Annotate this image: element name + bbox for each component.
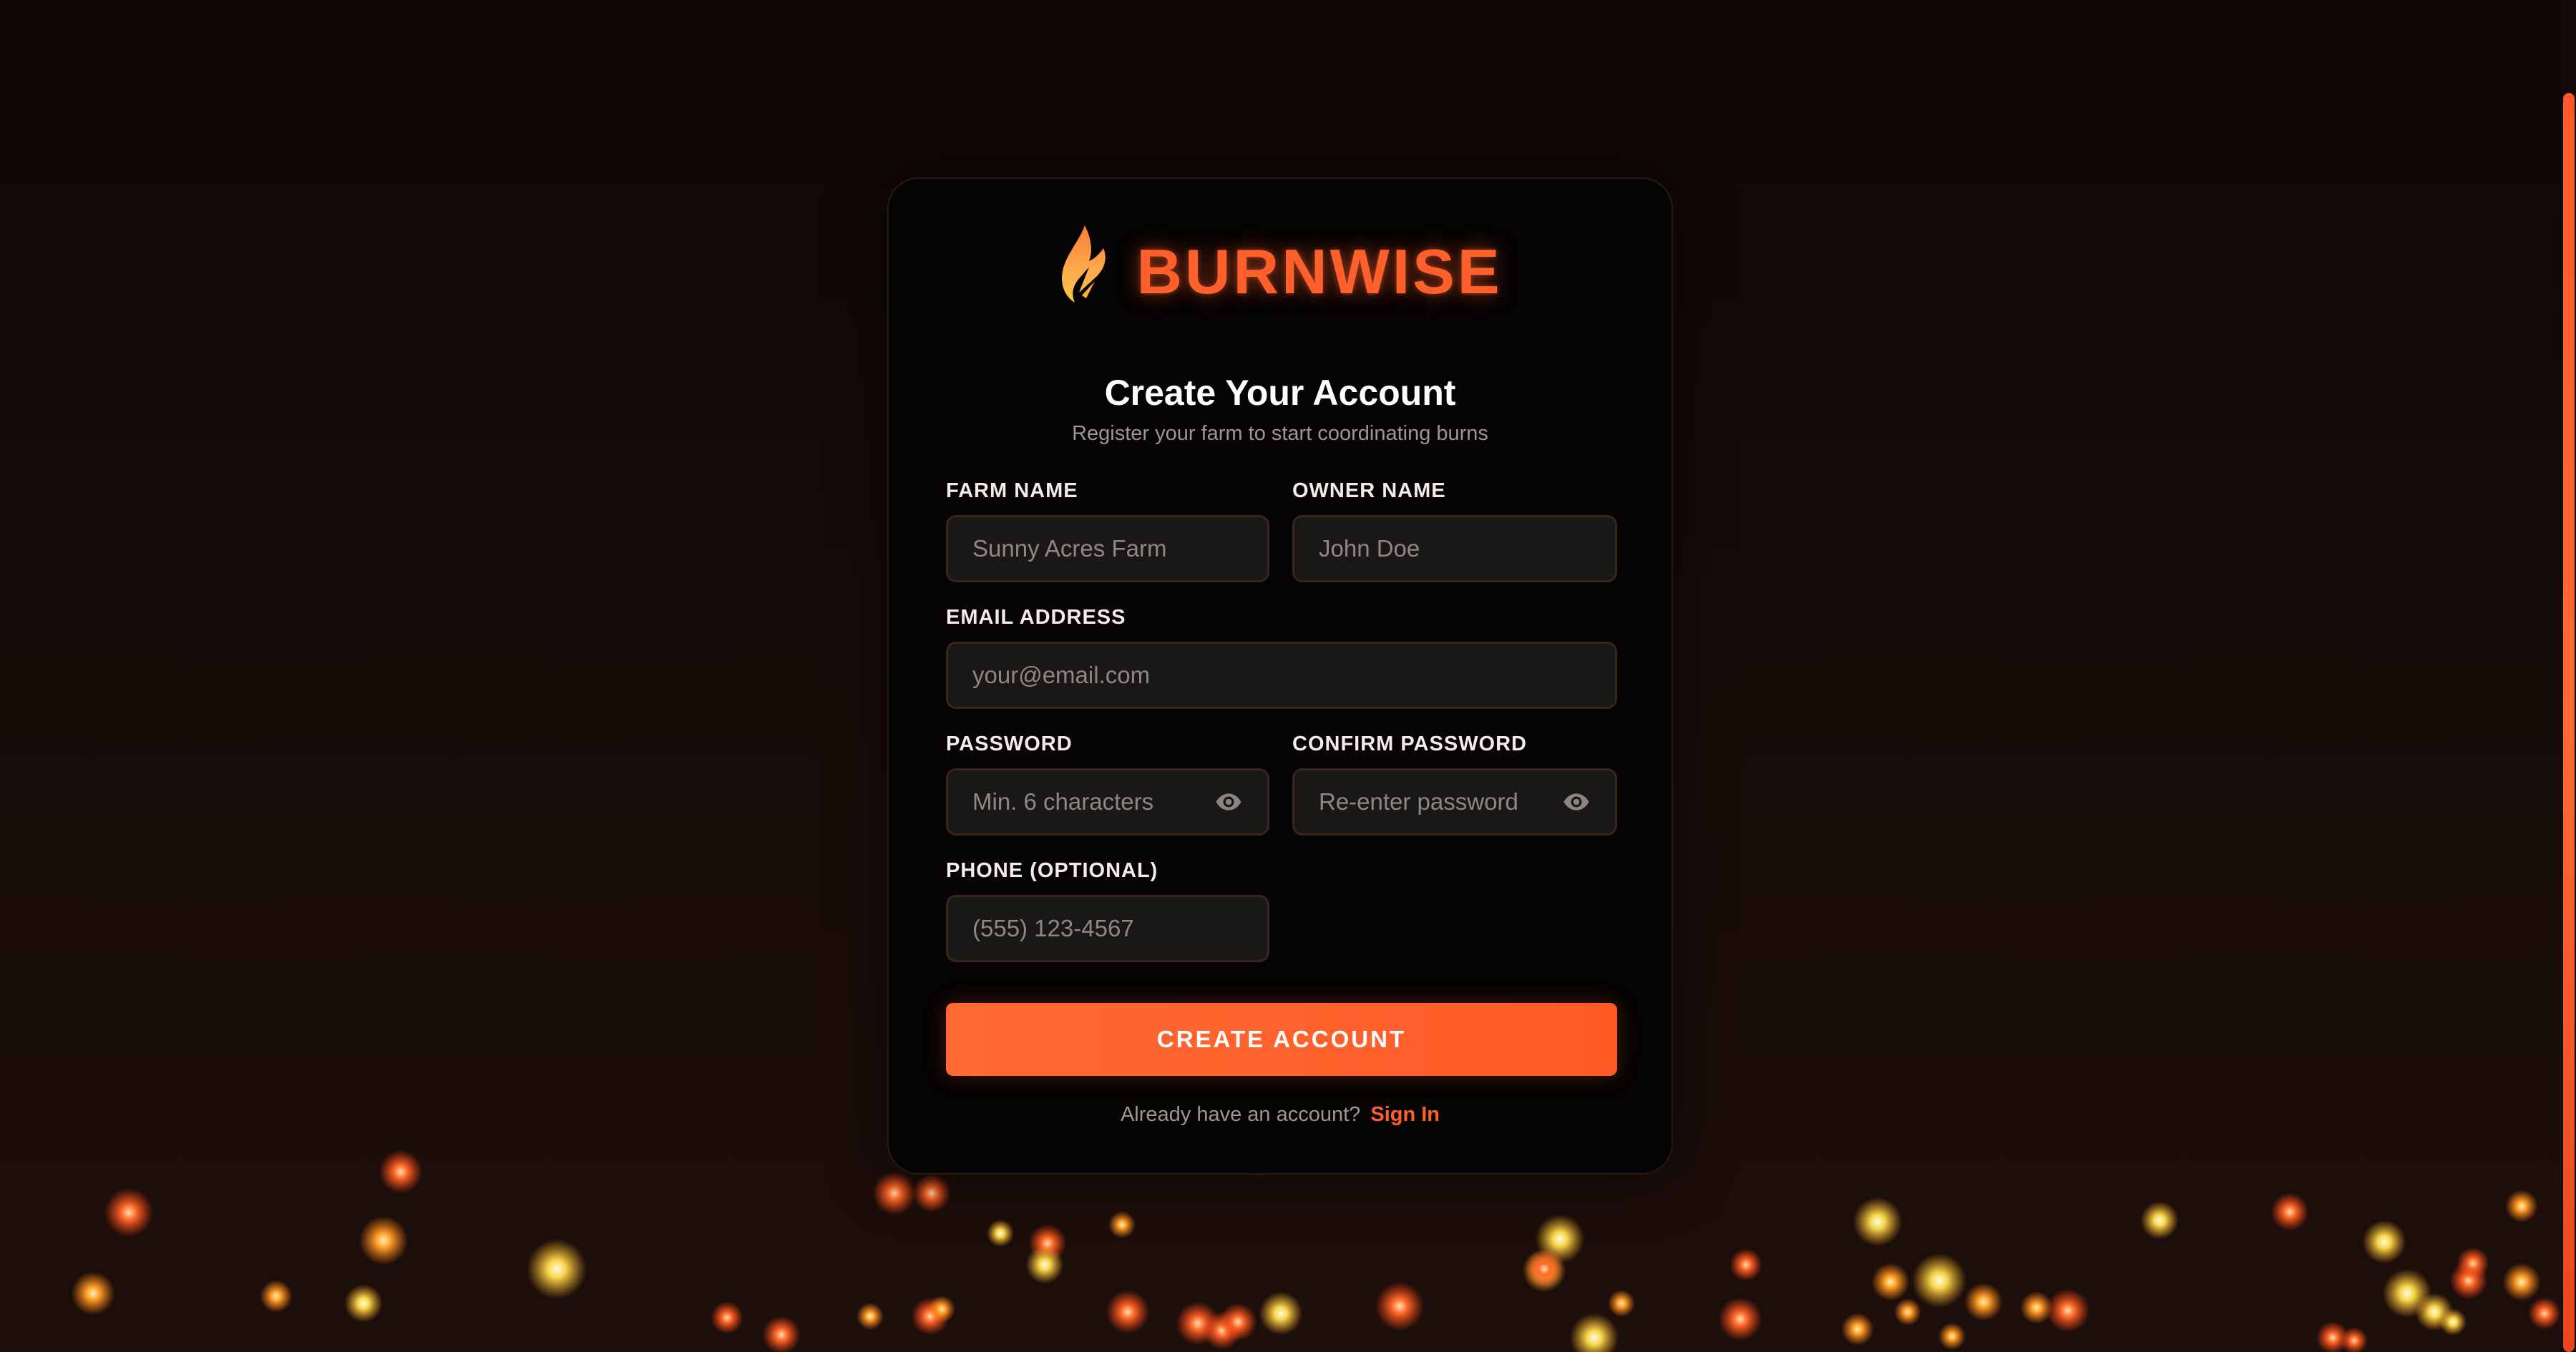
confirm-password-input[interactable]: Re-enter password xyxy=(1292,768,1617,836)
brand-name: BURNWISE xyxy=(1136,236,1503,307)
farm-name-input[interactable]: Sunny Acres Farm xyxy=(946,515,1269,582)
ember-particle xyxy=(711,1301,743,1334)
page-subtitle: Register your farm to start coordinating… xyxy=(1072,422,1488,445)
ember-particle xyxy=(857,1303,884,1330)
phone-label: PHONE (OPTIONAL) xyxy=(946,859,1158,882)
ember-particle xyxy=(379,1150,423,1194)
ember-particle xyxy=(762,1316,801,1352)
ember-particle xyxy=(1025,1245,1064,1284)
ember-particle xyxy=(2382,1268,2432,1318)
ember-particle xyxy=(1259,1291,1303,1336)
signin-prompt-text: Already have an account? xyxy=(1120,1103,1361,1126)
ember-particle xyxy=(928,1295,955,1323)
sign-in-link[interactable]: Sign In xyxy=(1370,1103,1440,1126)
farm-name-placeholder: Sunny Acres Farm xyxy=(972,535,1167,562)
ember-particle xyxy=(911,1297,950,1336)
ember-particle xyxy=(1525,1250,1563,1288)
ember-particle xyxy=(2449,1261,2488,1300)
ember-particle xyxy=(2439,1308,2467,1336)
ember-particle xyxy=(1938,1323,1966,1350)
email-label: EMAIL ADDRESS xyxy=(946,606,1126,629)
scrollbar-track[interactable] xyxy=(2562,0,2576,1352)
ember-particle xyxy=(2457,1247,2489,1280)
ember-particle xyxy=(2270,1192,2309,1231)
ember-particle xyxy=(71,1271,115,1316)
page-title: Create Your Account xyxy=(1104,373,1456,413)
ember-particle xyxy=(1912,1253,1966,1308)
ember-particle xyxy=(2316,1321,2349,1352)
ember-particle xyxy=(2505,1190,2538,1223)
ember-particle xyxy=(2046,1288,2090,1333)
ember-particle xyxy=(1375,1281,1425,1331)
ember-particle xyxy=(260,1280,293,1313)
ember-particle xyxy=(1522,1248,1566,1293)
password-label: PASSWORD xyxy=(946,733,1073,755)
password-input[interactable]: Min. 6 characters xyxy=(946,768,1269,836)
phone-placeholder: (555) 123-4567 xyxy=(972,915,1134,941)
ember-particle xyxy=(1219,1303,1257,1341)
ember-particle xyxy=(1535,1214,1585,1264)
ember-particle xyxy=(1729,1248,1762,1281)
ember-particle xyxy=(1871,1263,1910,1301)
ember-particle xyxy=(1569,1313,1619,1352)
ember-particle xyxy=(1028,1224,1067,1263)
password-placeholder: Min. 6 characters xyxy=(972,788,1154,815)
ember-particle xyxy=(2341,1327,2368,1352)
email-placeholder: your@email.com xyxy=(972,662,1151,688)
signin-prompt: Already have an account? Sign In xyxy=(889,1103,1672,1127)
ember-particle xyxy=(104,1187,154,1238)
ember-particle xyxy=(344,1284,383,1323)
email-input[interactable]: your@email.com xyxy=(946,642,1617,709)
phone-input[interactable]: (555) 123-4567 xyxy=(946,895,1269,962)
scrollbar-thumb[interactable] xyxy=(2563,93,2575,1352)
ember-particle xyxy=(1106,1290,1150,1334)
ember-particle xyxy=(1718,1297,1762,1341)
signup-card: BURNWISE Create Your Account Register yo… xyxy=(887,177,1673,1175)
ember-particle xyxy=(987,1220,1014,1247)
ember-particle xyxy=(2140,1201,2179,1240)
ember-particle xyxy=(358,1215,409,1265)
ember-particle xyxy=(2502,1263,2541,1301)
ember-particle xyxy=(527,1239,587,1299)
ember-particle xyxy=(2415,1293,2454,1331)
eye-icon[interactable] xyxy=(1214,788,1243,816)
owner-name-label: OWNER NAME xyxy=(1292,479,1446,502)
ember-particle xyxy=(1894,1298,1921,1326)
ember-particle xyxy=(2020,1291,2053,1324)
ember-particle xyxy=(1964,1283,2003,1321)
eye-icon[interactable] xyxy=(1562,788,1591,816)
farm-name-label: FARM NAME xyxy=(946,479,1078,502)
create-account-button[interactable]: CREATE ACCOUNT xyxy=(946,1003,1617,1076)
ember-particle xyxy=(872,1171,917,1215)
brand-logo: BURNWISE xyxy=(889,222,1672,322)
ember-particle xyxy=(1841,1313,1874,1346)
ember-particle xyxy=(1176,1301,1220,1346)
confirm-password-label: CONFIRM PASSWORD xyxy=(1292,733,1528,755)
ember-particle xyxy=(1608,1290,1635,1317)
flame-icon xyxy=(1062,225,1106,318)
ember-particle xyxy=(2528,1297,2561,1330)
confirm-password-placeholder: Re-enter password xyxy=(1319,788,1518,815)
ember-particle xyxy=(1853,1197,1903,1247)
ember-particle xyxy=(912,1174,951,1213)
owner-name-placeholder: John Doe xyxy=(1319,535,1420,562)
ember-particle xyxy=(1203,1311,1241,1350)
owner-name-input[interactable]: John Doe xyxy=(1292,515,1617,582)
ember-particle xyxy=(1108,1211,1136,1238)
ember-particle xyxy=(2362,1220,2406,1264)
